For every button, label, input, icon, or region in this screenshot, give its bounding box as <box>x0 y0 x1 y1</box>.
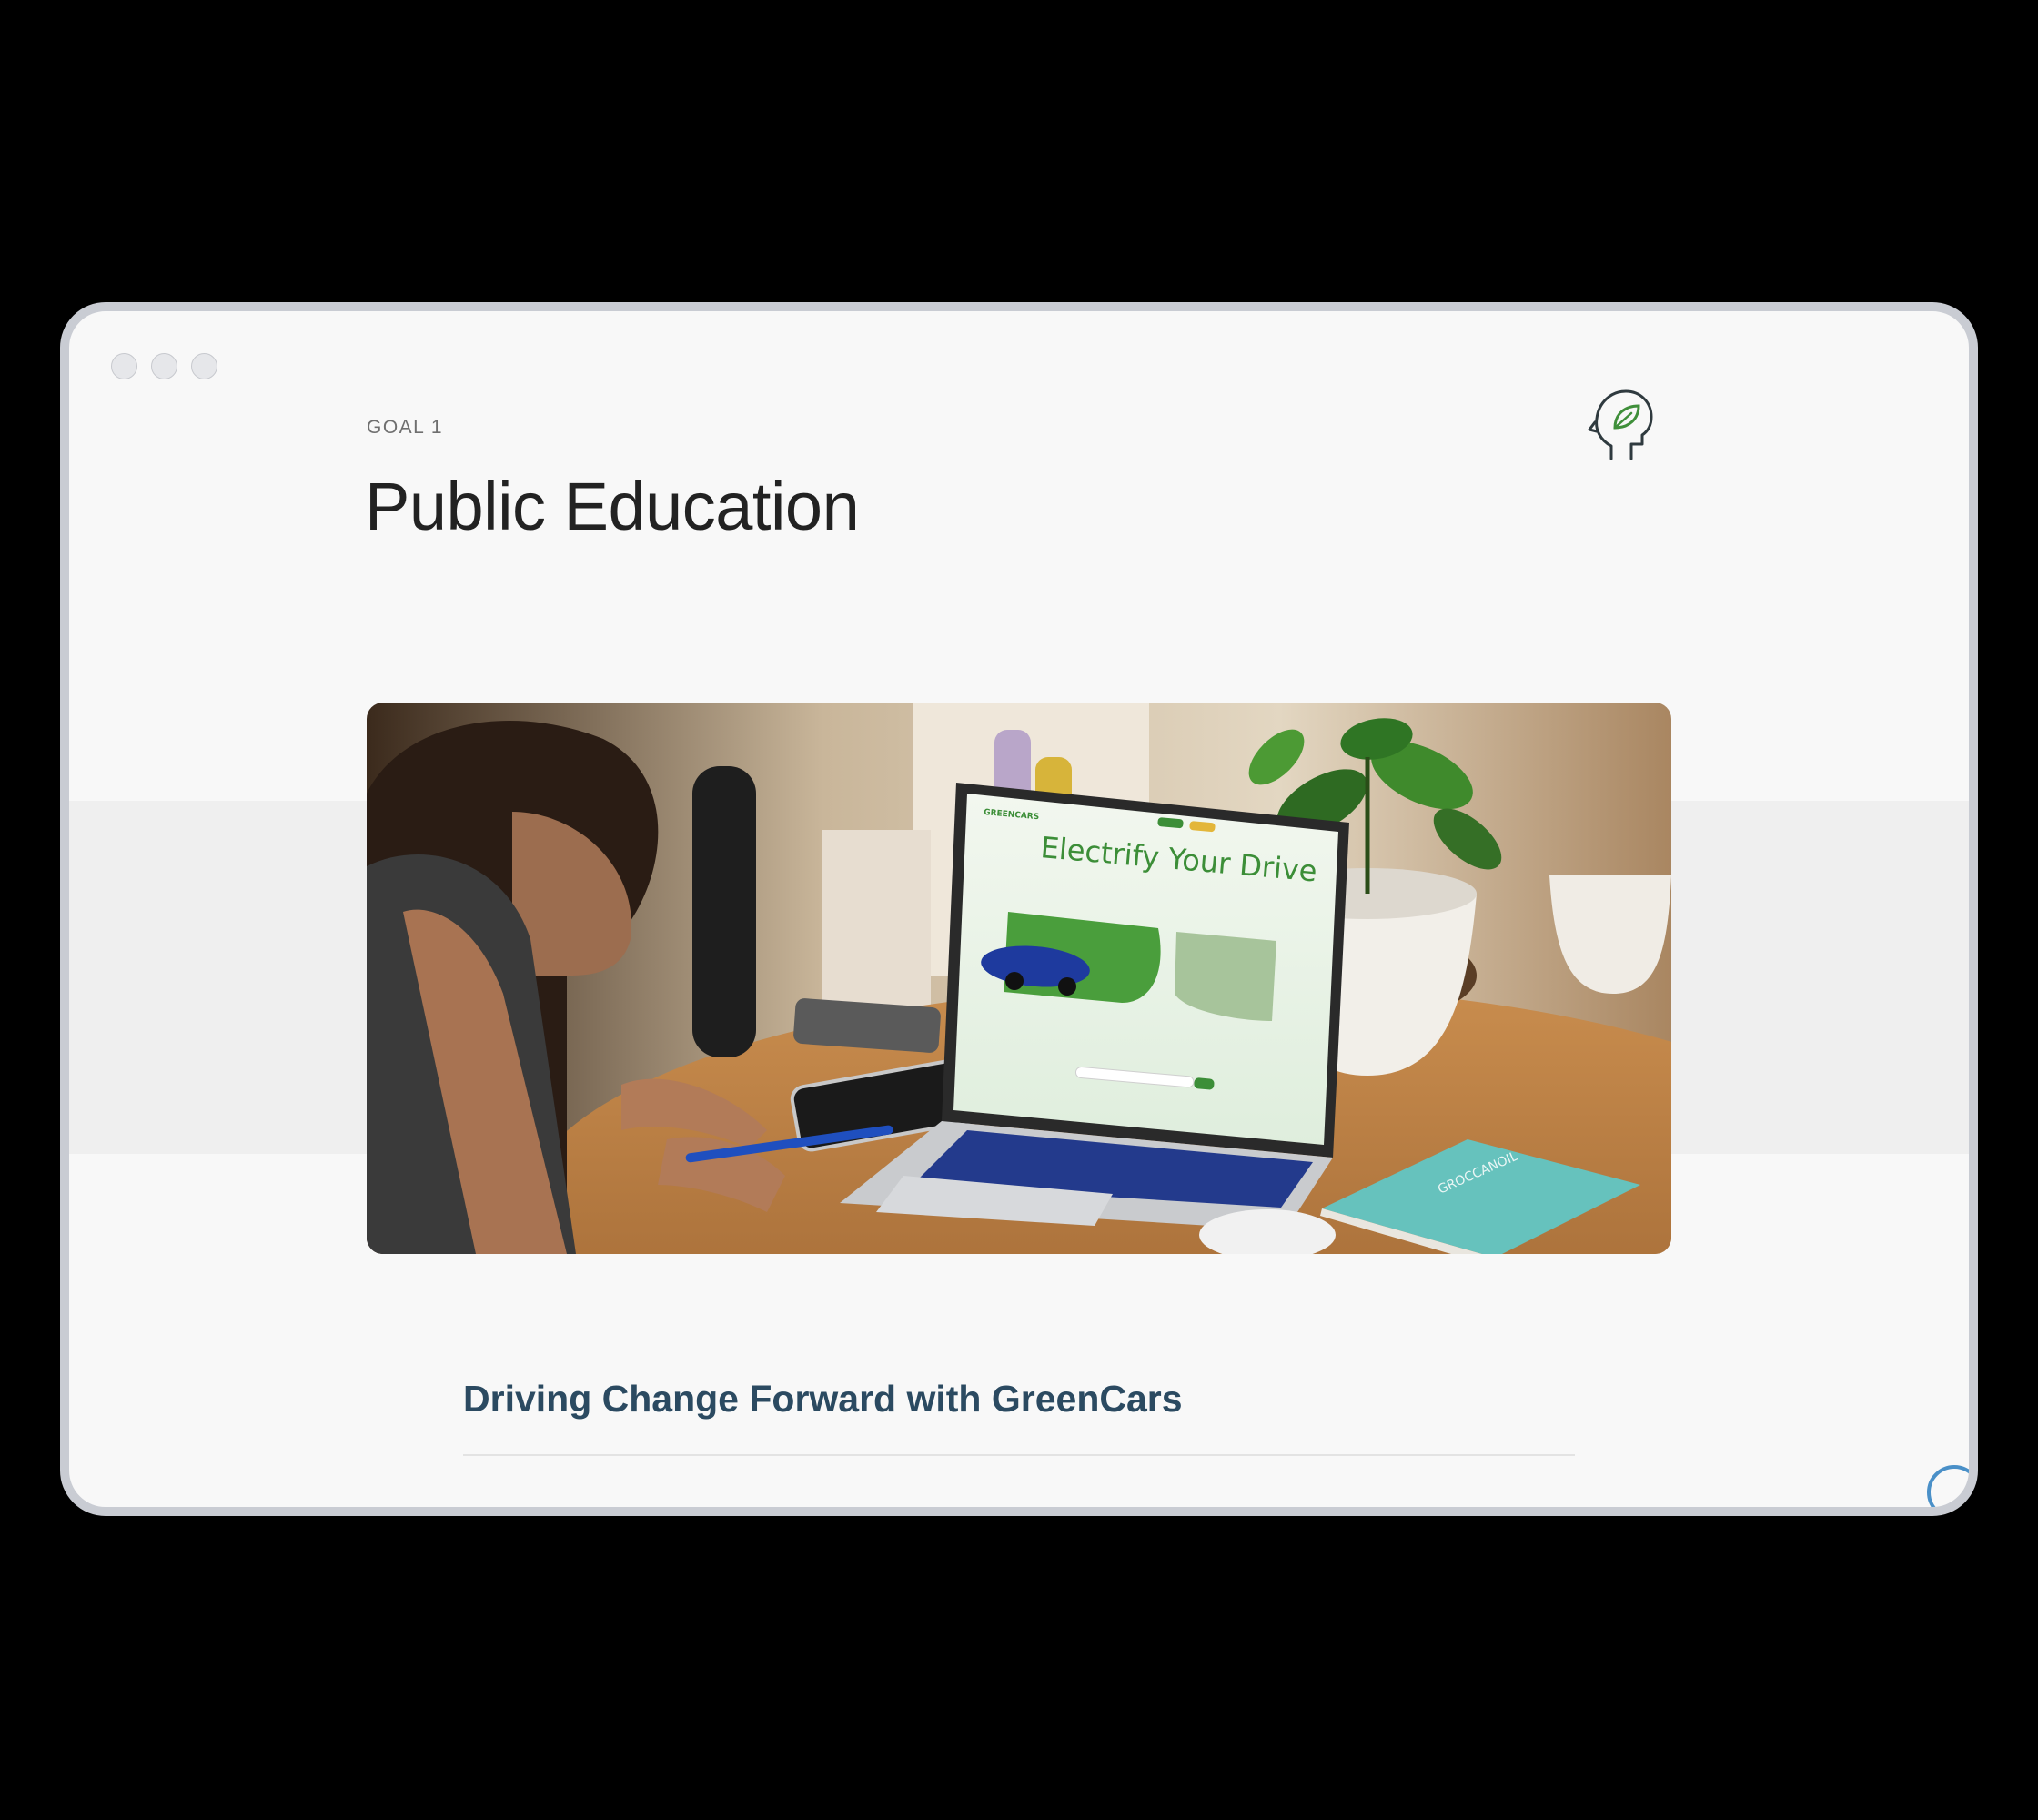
window-dot-minimize[interactable] <box>151 353 177 379</box>
window-dot-close[interactable] <box>111 353 137 379</box>
section-divider <box>463 1454 1575 1456</box>
page-title: Public Education <box>365 469 860 544</box>
section-heading: Driving Change Forward with GreenCars <box>463 1378 1183 1420</box>
help-badge-icon[interactable] <box>1927 1465 1969 1507</box>
window-dot-maximize[interactable] <box>191 353 217 379</box>
head-leaf-icon <box>1588 389 1653 460</box>
window-controls <box>111 353 217 379</box>
goal-eyebrow: GOAL 1 <box>367 417 444 438</box>
browser-window: GOAL 1 Public Education Electrify Your D… <box>60 302 1978 1516</box>
hero-photo: Electrify Your Drive GREENCARS GROCCANOI… <box>367 703 1671 1254</box>
